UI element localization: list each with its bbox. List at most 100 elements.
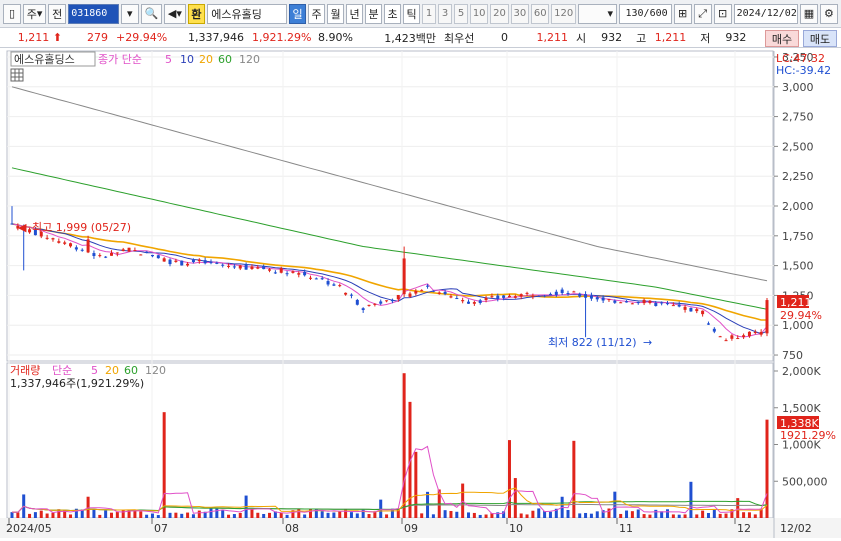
candle-body	[291, 271, 295, 273]
volume-legend-type: 단순	[52, 364, 72, 377]
candle-body	[180, 260, 184, 266]
price-tick-label: 3,000	[782, 81, 814, 94]
candle-body	[449, 296, 453, 298]
volume-bar	[121, 509, 125, 518]
period-month[interactable]: 월	[327, 3, 344, 24]
candle-body	[414, 290, 418, 294]
candle-body	[150, 254, 154, 257]
candle-body	[279, 267, 283, 273]
grid-toggle-icon[interactable]	[10, 68, 24, 82]
calendar-icon[interactable]: ▦	[799, 3, 818, 24]
candle-body	[601, 297, 605, 301]
indicator-icon[interactable]: ⊞	[673, 3, 692, 24]
num-30[interactable]: 30	[510, 3, 530, 24]
candle-body	[104, 256, 108, 258]
volume-bar	[150, 513, 154, 518]
volume-bar	[537, 508, 541, 518]
period-year[interactable]: 년	[346, 3, 363, 24]
volume-bar	[595, 511, 599, 518]
candle-body	[285, 273, 289, 275]
hwan-button[interactable]: 환	[187, 3, 206, 24]
x-tick-label: 12	[737, 522, 751, 535]
volume-bar	[443, 510, 447, 518]
date-field[interactable]: 2024/12/02	[733, 3, 798, 24]
bar-count-field[interactable]: 130/600	[619, 3, 672, 24]
high-value: 1,211	[654, 31, 687, 44]
candle-body	[531, 295, 535, 297]
candle-body	[613, 300, 617, 303]
vma120-legend: 120	[145, 364, 166, 377]
num-60[interactable]: 60	[531, 3, 550, 24]
fullscreen-icon[interactable]: ⊡	[713, 3, 732, 24]
x-axis-area	[0, 518, 841, 538]
num-dropdown-icon[interactable]: ▾	[577, 3, 618, 24]
volume-bar	[648, 514, 652, 518]
volume-bar	[578, 513, 582, 518]
candle-body	[139, 254, 143, 256]
candle-body	[566, 293, 570, 295]
num-5[interactable]: 5	[454, 3, 468, 24]
chart-area[interactable]: 3,250 3,000 2,750 2,500 2,250 2,000 1,750 1,500…	[0, 49, 841, 538]
candle-body	[209, 262, 213, 264]
volume-bar	[238, 512, 242, 518]
candle-body	[736, 338, 740, 340]
x-tick-label: 07	[154, 522, 168, 535]
period-week[interactable]: 주	[308, 3, 325, 24]
volume-bar	[262, 513, 266, 518]
volume-legend-name: 거래량	[10, 364, 40, 377]
volume-bar	[221, 509, 225, 518]
buy-button[interactable]: 매수	[765, 30, 799, 47]
period-day[interactable]: 일	[289, 3, 306, 24]
volume-bar	[10, 512, 14, 518]
volume-bar	[285, 514, 289, 518]
period-minute[interactable]: 분	[365, 3, 382, 24]
volume-bar	[666, 509, 670, 518]
period-second[interactable]: 초	[384, 3, 401, 24]
period-tick[interactable]: 틱	[403, 3, 420, 24]
num-120[interactable]: 120	[551, 3, 576, 24]
speaker-icon[interactable]: ◀▾	[164, 3, 186, 24]
open-label: 시	[576, 31, 587, 45]
candle-body	[718, 336, 722, 338]
candle-body	[636, 301, 640, 304]
candle-body	[28, 229, 32, 233]
volume-bar	[355, 513, 359, 518]
candle-body	[467, 301, 471, 304]
candle-body	[607, 299, 611, 301]
num-10[interactable]: 10	[470, 3, 489, 24]
volume-bar	[747, 512, 751, 518]
volume-bar	[642, 514, 646, 518]
candle-body	[765, 300, 769, 334]
candle-body	[262, 266, 266, 270]
sell-button[interactable]: 매도	[803, 30, 837, 47]
volume-bar	[472, 512, 476, 518]
window-icon[interactable]: ▯	[3, 3, 21, 24]
code-dropdown-icon[interactable]: ▾	[120, 3, 139, 24]
candle-body	[701, 310, 705, 315]
market-select[interactable]: 주 ▾	[23, 3, 47, 24]
high-label: 고	[636, 31, 647, 45]
candle-body	[648, 300, 652, 303]
x-tick-label: 09	[404, 522, 418, 535]
chart-svg[interactable]: 3,2503,0002,7502,5002,2502,0001,7501,500…	[0, 49, 841, 538]
volume-bar	[115, 512, 119, 518]
volume-bar	[168, 512, 172, 518]
volume-bar	[39, 510, 43, 518]
volume-bar	[414, 451, 418, 518]
gear-icon[interactable]: ⚙	[819, 3, 838, 24]
candle-body	[402, 258, 406, 295]
draw-tool-icon[interactable]: ⤢	[693, 3, 712, 24]
search-icon[interactable]: 🔍	[140, 3, 163, 24]
jeon-button[interactable]: 전	[48, 3, 67, 24]
candle-body	[308, 277, 312, 279]
num-20[interactable]: 20	[490, 3, 509, 24]
num-3[interactable]: 3	[438, 3, 452, 24]
ma120-legend: 120	[239, 53, 260, 66]
volume-bar	[109, 512, 113, 518]
num-1[interactable]: 1	[422, 3, 436, 24]
market-select-label: 주	[26, 7, 37, 21]
trade-amount: 1,423백만	[384, 31, 436, 45]
stock-code-input[interactable]: 031860	[68, 3, 119, 24]
candle-body	[349, 294, 353, 296]
volume-bar	[607, 508, 611, 518]
